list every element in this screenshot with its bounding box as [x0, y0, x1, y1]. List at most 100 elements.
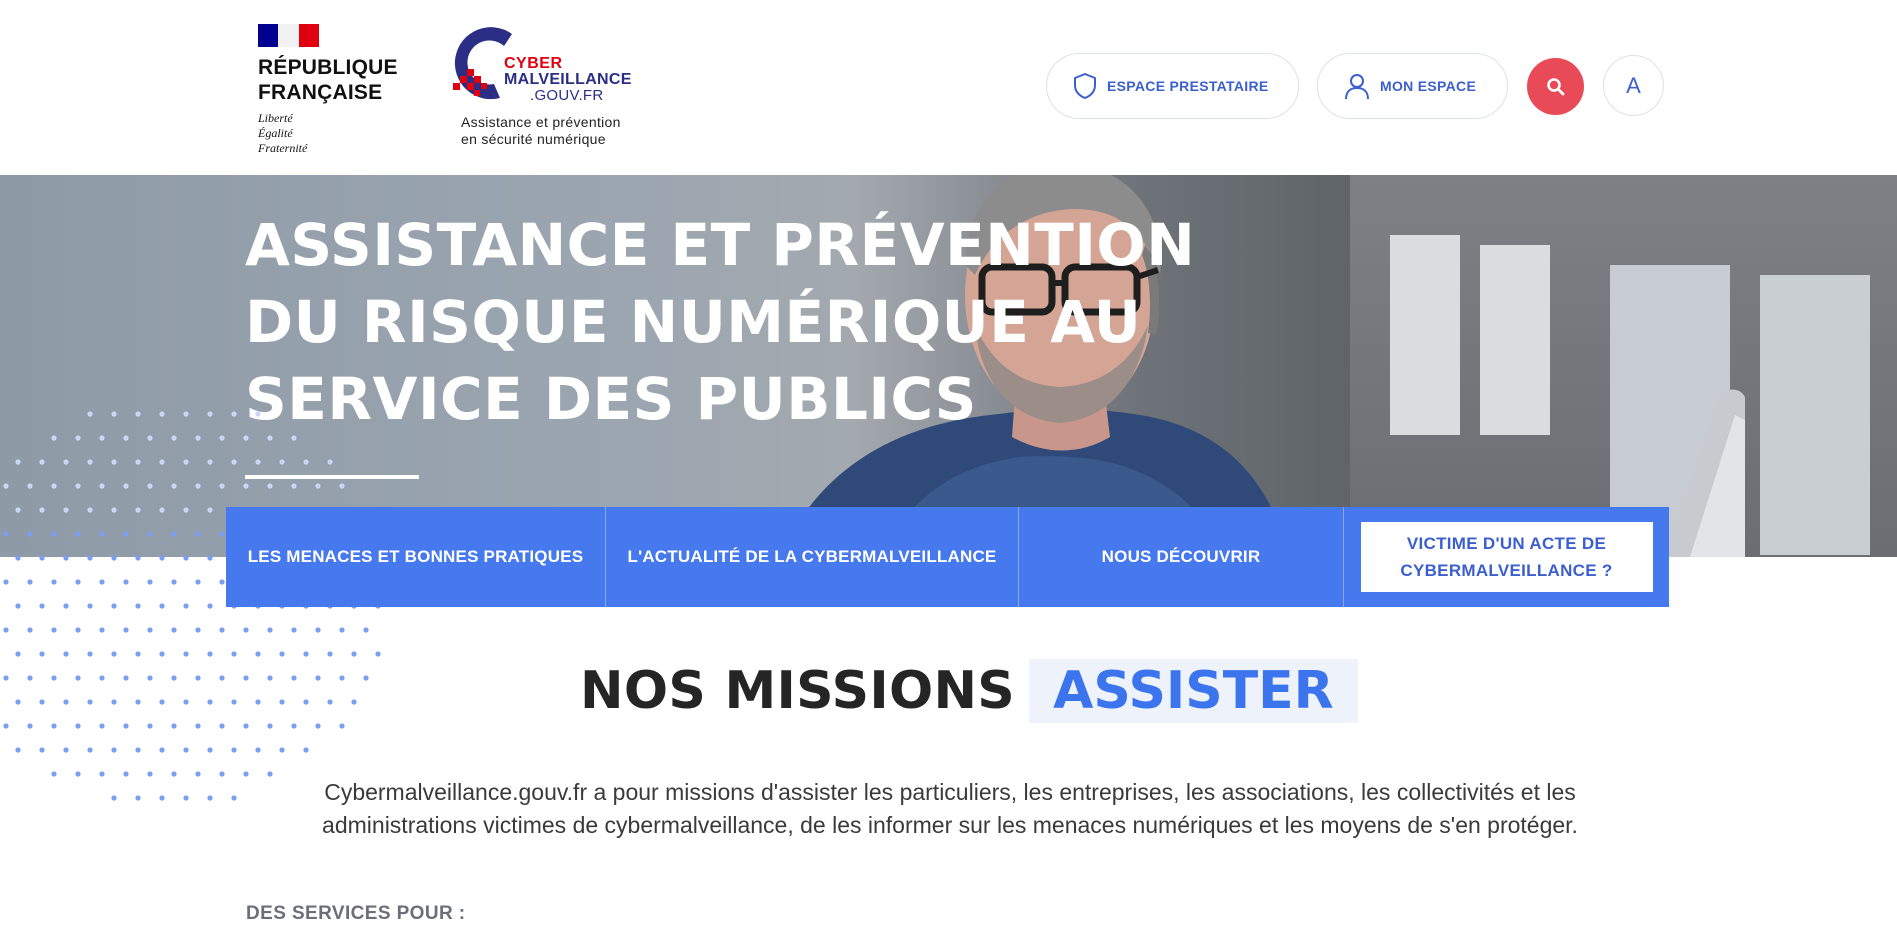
- decoration-dot: [159, 459, 165, 465]
- decoration-dot: [63, 651, 69, 657]
- decoration-dot: [339, 723, 345, 729]
- missions-description: Cybermalveillance.gouv.fr a pour mission…: [290, 776, 1610, 842]
- decoration-dot: [51, 771, 57, 777]
- cybermalveillance-logo[interactable]: CYBER MALVEILLANCE .GOUV.FR Assistance e…: [450, 20, 650, 150]
- decoration-dot: [147, 531, 153, 537]
- decoration-dot: [87, 411, 93, 417]
- nav-item-actualite[interactable]: L'ACTUALITÉ DE LA CYBERMALVEILLANCE: [606, 507, 1019, 607]
- decoration-dot: [171, 675, 177, 681]
- decoration-dot: [3, 483, 9, 489]
- decoration-dot: [63, 507, 69, 513]
- decoration-dot: [27, 531, 33, 537]
- mon-espace-label: MON ESPACE: [1380, 78, 1477, 94]
- decoration-dot: [171, 531, 177, 537]
- font-size-toggle-button[interactable]: A: [1603, 55, 1664, 116]
- decoration-dot: [195, 483, 201, 489]
- decoration-dot: [255, 699, 261, 705]
- decoration-dot: [291, 723, 297, 729]
- decoration-dot: [39, 699, 45, 705]
- decoration-dot: [159, 699, 165, 705]
- decoration-dot: [51, 723, 57, 729]
- decoration-dot: [39, 507, 45, 513]
- decoration-dot: [51, 483, 57, 489]
- decoration-dot: [303, 459, 309, 465]
- search-button[interactable]: [1527, 58, 1584, 115]
- decoration-dot: [87, 603, 93, 609]
- decoration-dot: [207, 507, 213, 513]
- decoration-dot: [15, 459, 21, 465]
- decoration-dot: [207, 411, 213, 417]
- decoration-dot: [39, 459, 45, 465]
- decoration-dot: [171, 483, 177, 489]
- decoration-dot: [99, 435, 105, 441]
- main-navigation: LES MENACES ET BONNES PRATIQUES L'ACTUAL…: [226, 507, 1669, 607]
- decoration-dot: [231, 411, 237, 417]
- decoration-dot: [123, 675, 129, 681]
- decoration-dot: [267, 723, 273, 729]
- decoration-dot: [99, 771, 105, 777]
- victime-cybermalveillance-button[interactable]: VICTIME D'UN ACTE DE CYBERMALVEILLANCE ?: [1360, 522, 1653, 592]
- republique-francaise-logo[interactable]: RÉPUBLIQUE FRANÇAISE Liberté Égalité Fra…: [258, 24, 408, 156]
- decoration-dot: [171, 771, 177, 777]
- decoration-dot: [327, 651, 333, 657]
- decoration-dot: [135, 795, 141, 801]
- decoration-dot: [87, 699, 93, 705]
- decoration-dot: [279, 459, 285, 465]
- missions-tag: ASSISTER: [1029, 659, 1358, 723]
- decoration-dot: [339, 483, 345, 489]
- decoration-dot: [147, 627, 153, 633]
- decoration-dot: [135, 651, 141, 657]
- decoration-dot: [111, 459, 117, 465]
- decoration-dot: [315, 675, 321, 681]
- decoration-dot: [219, 483, 225, 489]
- decoration-dot: [15, 603, 21, 609]
- decoration-dot: [123, 771, 129, 777]
- decoration-dot: [339, 627, 345, 633]
- decoration-dot: [135, 699, 141, 705]
- hero-title-line1: ASSISTANCE ET PRÉVENTION: [245, 211, 1196, 279]
- decoration-dot: [135, 459, 141, 465]
- decoration-dot: [159, 507, 165, 513]
- mon-espace-button[interactable]: MON ESPACE: [1317, 53, 1508, 119]
- decoration-dot: [195, 675, 201, 681]
- decoration-dot: [51, 627, 57, 633]
- decoration-dot: [51, 579, 57, 585]
- decoration-dot: [207, 459, 213, 465]
- decoration-dot: [279, 747, 285, 753]
- decoration-dot: [171, 627, 177, 633]
- decoration-dot: [207, 795, 213, 801]
- decoration-dot: [315, 627, 321, 633]
- decoration-dot: [375, 651, 381, 657]
- decoration-dot: [243, 483, 249, 489]
- decoration-dot: [291, 483, 297, 489]
- decoration-dot: [171, 435, 177, 441]
- nav-item-menaces[interactable]: LES MENACES ET BONNES PRATIQUES: [226, 507, 606, 607]
- espace-prestataire-button[interactable]: ESPACE PRESTATAIRE: [1046, 53, 1299, 119]
- decoration-dot: [15, 507, 21, 513]
- missions-heading: NOS MISSIONS ASSISTER: [580, 659, 1358, 723]
- decoration-dot: [27, 579, 33, 585]
- decoration-dot: [219, 579, 225, 585]
- decoration-dot: [159, 795, 165, 801]
- decoration-dot: [255, 747, 261, 753]
- rf-motto-fraternite: Fraternité: [258, 141, 308, 155]
- decoration-dot: [255, 459, 261, 465]
- decoration-dot: [87, 747, 93, 753]
- decoration-dot: [111, 555, 117, 561]
- services-heading: DES SERVICES POUR :: [246, 903, 466, 924]
- nav-item-decouvrir[interactable]: NOUS DÉCOUVRIR: [1019, 507, 1344, 607]
- decoration-dot: [15, 555, 21, 561]
- decoration-dot: [207, 603, 213, 609]
- decoration-dot: [135, 603, 141, 609]
- decoration-dot: [39, 747, 45, 753]
- decoration-dot: [27, 627, 33, 633]
- decoration-dot: [195, 579, 201, 585]
- decoration-dot: [75, 531, 81, 537]
- decoration-dot: [111, 651, 117, 657]
- decoration-dot: [99, 531, 105, 537]
- decoration-dot: [195, 771, 201, 777]
- decoration-dot: [75, 435, 81, 441]
- decoration-dot: [111, 603, 117, 609]
- decoration-dot: [99, 627, 105, 633]
- decoration-dot: [27, 483, 33, 489]
